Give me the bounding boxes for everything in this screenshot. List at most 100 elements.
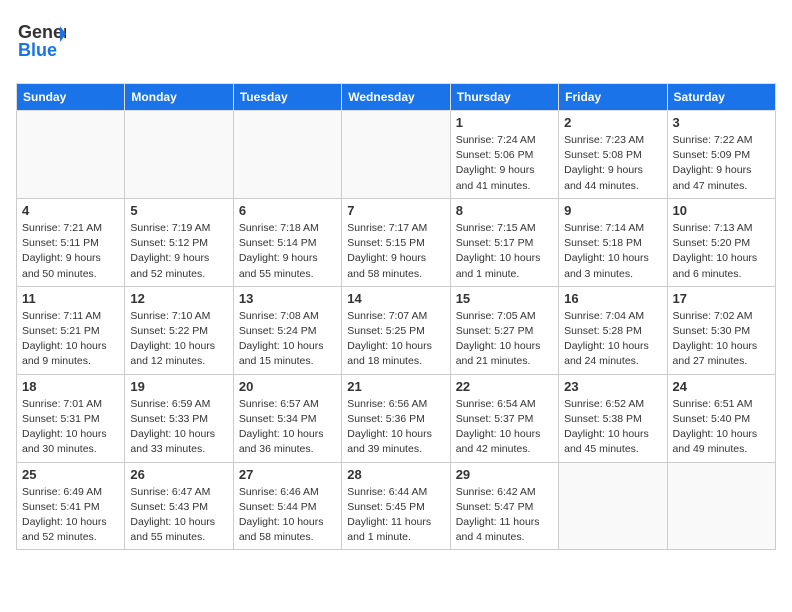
day-info: Sunrise: 7:08 AMSunset: 5:24 PMDaylight:…	[239, 309, 336, 370]
day-info: Sunrise: 7:24 AMSunset: 5:06 PMDaylight:…	[456, 133, 553, 194]
day-number: 25	[22, 467, 119, 482]
calendar-cell: 8 Sunrise: 7:15 AMSunset: 5:17 PMDaylight…	[450, 198, 558, 286]
day-number: 20	[239, 379, 336, 394]
day-number: 2	[564, 115, 661, 130]
calendar-cell: 27Sunrise: 6:46 AMSunset: 5:44 PMDayligh…	[233, 462, 341, 550]
day-number: 22	[456, 379, 553, 394]
calendar-cell: 1 Sunrise: 7:24 AMSunset: 5:06 PMDaylight…	[450, 111, 558, 199]
day-info: Sunrise: 6:44 AMSunset: 5:45 PMDaylight:…	[347, 485, 444, 546]
logo-icon: General Blue	[16, 16, 66, 66]
day-info: Sunrise: 7:15 AMSunset: 5:17 PMDaylight:…	[456, 221, 553, 282]
calendar-week-row: 25 Sunrise: 6:49 AMSunset: 5:41 PMDayligh…	[17, 462, 776, 550]
day-number: 3	[673, 115, 770, 130]
day-number: 14	[347, 291, 444, 306]
day-info: Sunrise: 7:04 AMSunset: 5:28 PMDaylight:…	[564, 309, 661, 370]
day-info: Sunrise: 6:42 AMSunset: 5:47 PMDaylight:…	[456, 485, 553, 546]
calendar-cell: 13 Sunrise: 7:08 AMSunset: 5:24 PMDayligh…	[233, 286, 341, 374]
calendar-cell: 12 Sunrise: 7:10 AMSunset: 5:22 PMDayligh…	[125, 286, 233, 374]
calendar-cell: 4 Sunrise: 7:21 AMSunset: 5:11 PMDaylight…	[17, 198, 125, 286]
day-number: 15	[456, 291, 553, 306]
day-info: Sunrise: 6:57 AMSunset: 5:34 PMDaylight:…	[239, 397, 336, 458]
calendar-cell	[667, 462, 775, 550]
calendar-cell: 16Sunrise: 7:04 AMSunset: 5:28 PMDayligh…	[559, 286, 667, 374]
calendar-cell: 20 Sunrise: 6:57 AMSunset: 5:34 PMDayligh…	[233, 374, 341, 462]
day-info: Sunrise: 6:54 AMSunset: 5:37 PMDaylight:…	[456, 397, 553, 458]
calendar-cell: 28Sunrise: 6:44 AMSunset: 5:45 PMDayligh…	[342, 462, 450, 550]
day-number: 18	[22, 379, 119, 394]
day-info: Sunrise: 6:46 AMSunset: 5:44 PMDaylight:…	[239, 485, 336, 546]
day-number: 29	[456, 467, 553, 482]
day-info: Sunrise: 6:49 AMSunset: 5:41 PMDaylight:…	[22, 485, 119, 546]
weekday-header-thursday: Thursday	[450, 84, 558, 111]
calendar-cell: 15 Sunrise: 7:05 AMSunset: 5:27 PMDayligh…	[450, 286, 558, 374]
day-number: 23	[564, 379, 661, 394]
calendar-week-row: 18 Sunrise: 7:01 AMSunset: 5:31 PMDayligh…	[17, 374, 776, 462]
day-info: Sunrise: 7:21 AMSunset: 5:11 PMDaylight:…	[22, 221, 119, 282]
day-number: 9	[564, 203, 661, 218]
calendar-cell	[233, 111, 341, 199]
day-number: 8	[456, 203, 553, 218]
calendar-cell: 11Sunrise: 7:11 AMSunset: 5:21 PMDayligh…	[17, 286, 125, 374]
day-info: Sunrise: 7:14 AMSunset: 5:18 PMDaylight:…	[564, 221, 661, 282]
calendar-cell: 10 Sunrise: 7:13 AMSunset: 5:20 PMDayligh…	[667, 198, 775, 286]
calendar-table: SundayMondayTuesdayWednesdayThursdayFrid…	[16, 83, 776, 550]
calendar-week-row: 4 Sunrise: 7:21 AMSunset: 5:11 PMDaylight…	[17, 198, 776, 286]
calendar-cell: 21 Sunrise: 6:56 AMSunset: 5:36 PMDayligh…	[342, 374, 450, 462]
day-number: 21	[347, 379, 444, 394]
day-info: Sunrise: 7:07 AMSunset: 5:25 PMDaylight:…	[347, 309, 444, 370]
weekday-header-tuesday: Tuesday	[233, 84, 341, 111]
day-info: Sunrise: 7:01 AMSunset: 5:31 PMDaylight:…	[22, 397, 119, 458]
svg-text:General: General	[18, 22, 66, 42]
day-number: 13	[239, 291, 336, 306]
day-info: Sunrise: 7:17 AMSunset: 5:15 PMDaylight:…	[347, 221, 444, 282]
day-info: Sunrise: 7:10 AMSunset: 5:22 PMDaylight:…	[130, 309, 227, 370]
day-info: Sunrise: 6:52 AMSunset: 5:38 PMDaylight:…	[564, 397, 661, 458]
calendar-cell: 6Sunrise: 7:18 AMSunset: 5:14 PMDaylight…	[233, 198, 341, 286]
weekday-header-friday: Friday	[559, 84, 667, 111]
calendar-cell: 19 Sunrise: 6:59 AMSunset: 5:33 PMDayligh…	[125, 374, 233, 462]
weekday-header-row: SundayMondayTuesdayWednesdayThursdayFrid…	[17, 84, 776, 111]
day-info: Sunrise: 7:13 AMSunset: 5:20 PMDaylight:…	[673, 221, 770, 282]
calendar-cell	[342, 111, 450, 199]
logo: General Blue	[16, 16, 66, 71]
weekday-header-monday: Monday	[125, 84, 233, 111]
calendar-cell: 22 Sunrise: 6:54 AMSunset: 5:37 PMDayligh…	[450, 374, 558, 462]
day-info: Sunrise: 7:22 AMSunset: 5:09 PMDaylight:…	[673, 133, 770, 194]
page-header: General Blue	[16, 16, 776, 71]
calendar-cell	[559, 462, 667, 550]
calendar-cell: 17Sunrise: 7:02 AMSunset: 5:30 PMDayligh…	[667, 286, 775, 374]
weekday-header-sunday: Sunday	[17, 84, 125, 111]
day-number: 12	[130, 291, 227, 306]
calendar-cell: 5 Sunrise: 7:19 AMSunset: 5:12 PMDaylight…	[125, 198, 233, 286]
calendar-cell: 23 Sunrise: 6:52 AMSunset: 5:38 PMDayligh…	[559, 374, 667, 462]
day-number: 26	[130, 467, 227, 482]
day-number: 1	[456, 115, 553, 130]
calendar-cell: 9 Sunrise: 7:14 AMSunset: 5:18 PMDaylight…	[559, 198, 667, 286]
weekday-header-saturday: Saturday	[667, 84, 775, 111]
day-info: Sunrise: 6:47 AMSunset: 5:43 PMDaylight:…	[130, 485, 227, 546]
calendar-cell	[17, 111, 125, 199]
day-info: Sunrise: 7:02 AMSunset: 5:30 PMDaylight:…	[673, 309, 770, 370]
day-number: 7	[347, 203, 444, 218]
day-info: Sunrise: 7:05 AMSunset: 5:27 PMDaylight:…	[456, 309, 553, 370]
calendar-cell: 7 Sunrise: 7:17 AMSunset: 5:15 PMDaylight…	[342, 198, 450, 286]
calendar-cell: 25 Sunrise: 6:49 AMSunset: 5:41 PMDayligh…	[17, 462, 125, 550]
calendar-cell: 24Sunrise: 6:51 AMSunset: 5:40 PMDayligh…	[667, 374, 775, 462]
calendar-week-row: 1 Sunrise: 7:24 AMSunset: 5:06 PMDaylight…	[17, 111, 776, 199]
day-number: 19	[130, 379, 227, 394]
day-number: 10	[673, 203, 770, 218]
calendar-cell: 29 Sunrise: 6:42 AMSunset: 5:47 PMDayligh…	[450, 462, 558, 550]
day-info: Sunrise: 6:51 AMSunset: 5:40 PMDaylight:…	[673, 397, 770, 458]
calendar-cell: 2 Sunrise: 7:23 AMSunset: 5:08 PMDaylight…	[559, 111, 667, 199]
day-info: Sunrise: 6:56 AMSunset: 5:36 PMDaylight:…	[347, 397, 444, 458]
calendar-cell	[125, 111, 233, 199]
day-info: Sunrise: 7:11 AMSunset: 5:21 PMDaylight:…	[22, 309, 119, 370]
day-info: Sunrise: 7:19 AMSunset: 5:12 PMDaylight:…	[130, 221, 227, 282]
calendar-cell: 18 Sunrise: 7:01 AMSunset: 5:31 PMDayligh…	[17, 374, 125, 462]
day-number: 4	[22, 203, 119, 218]
day-info: Sunrise: 7:23 AMSunset: 5:08 PMDaylight:…	[564, 133, 661, 194]
day-info: Sunrise: 6:59 AMSunset: 5:33 PMDaylight:…	[130, 397, 227, 458]
day-number: 6	[239, 203, 336, 218]
calendar-cell: 26 Sunrise: 6:47 AMSunset: 5:43 PMDayligh…	[125, 462, 233, 550]
day-number: 5	[130, 203, 227, 218]
